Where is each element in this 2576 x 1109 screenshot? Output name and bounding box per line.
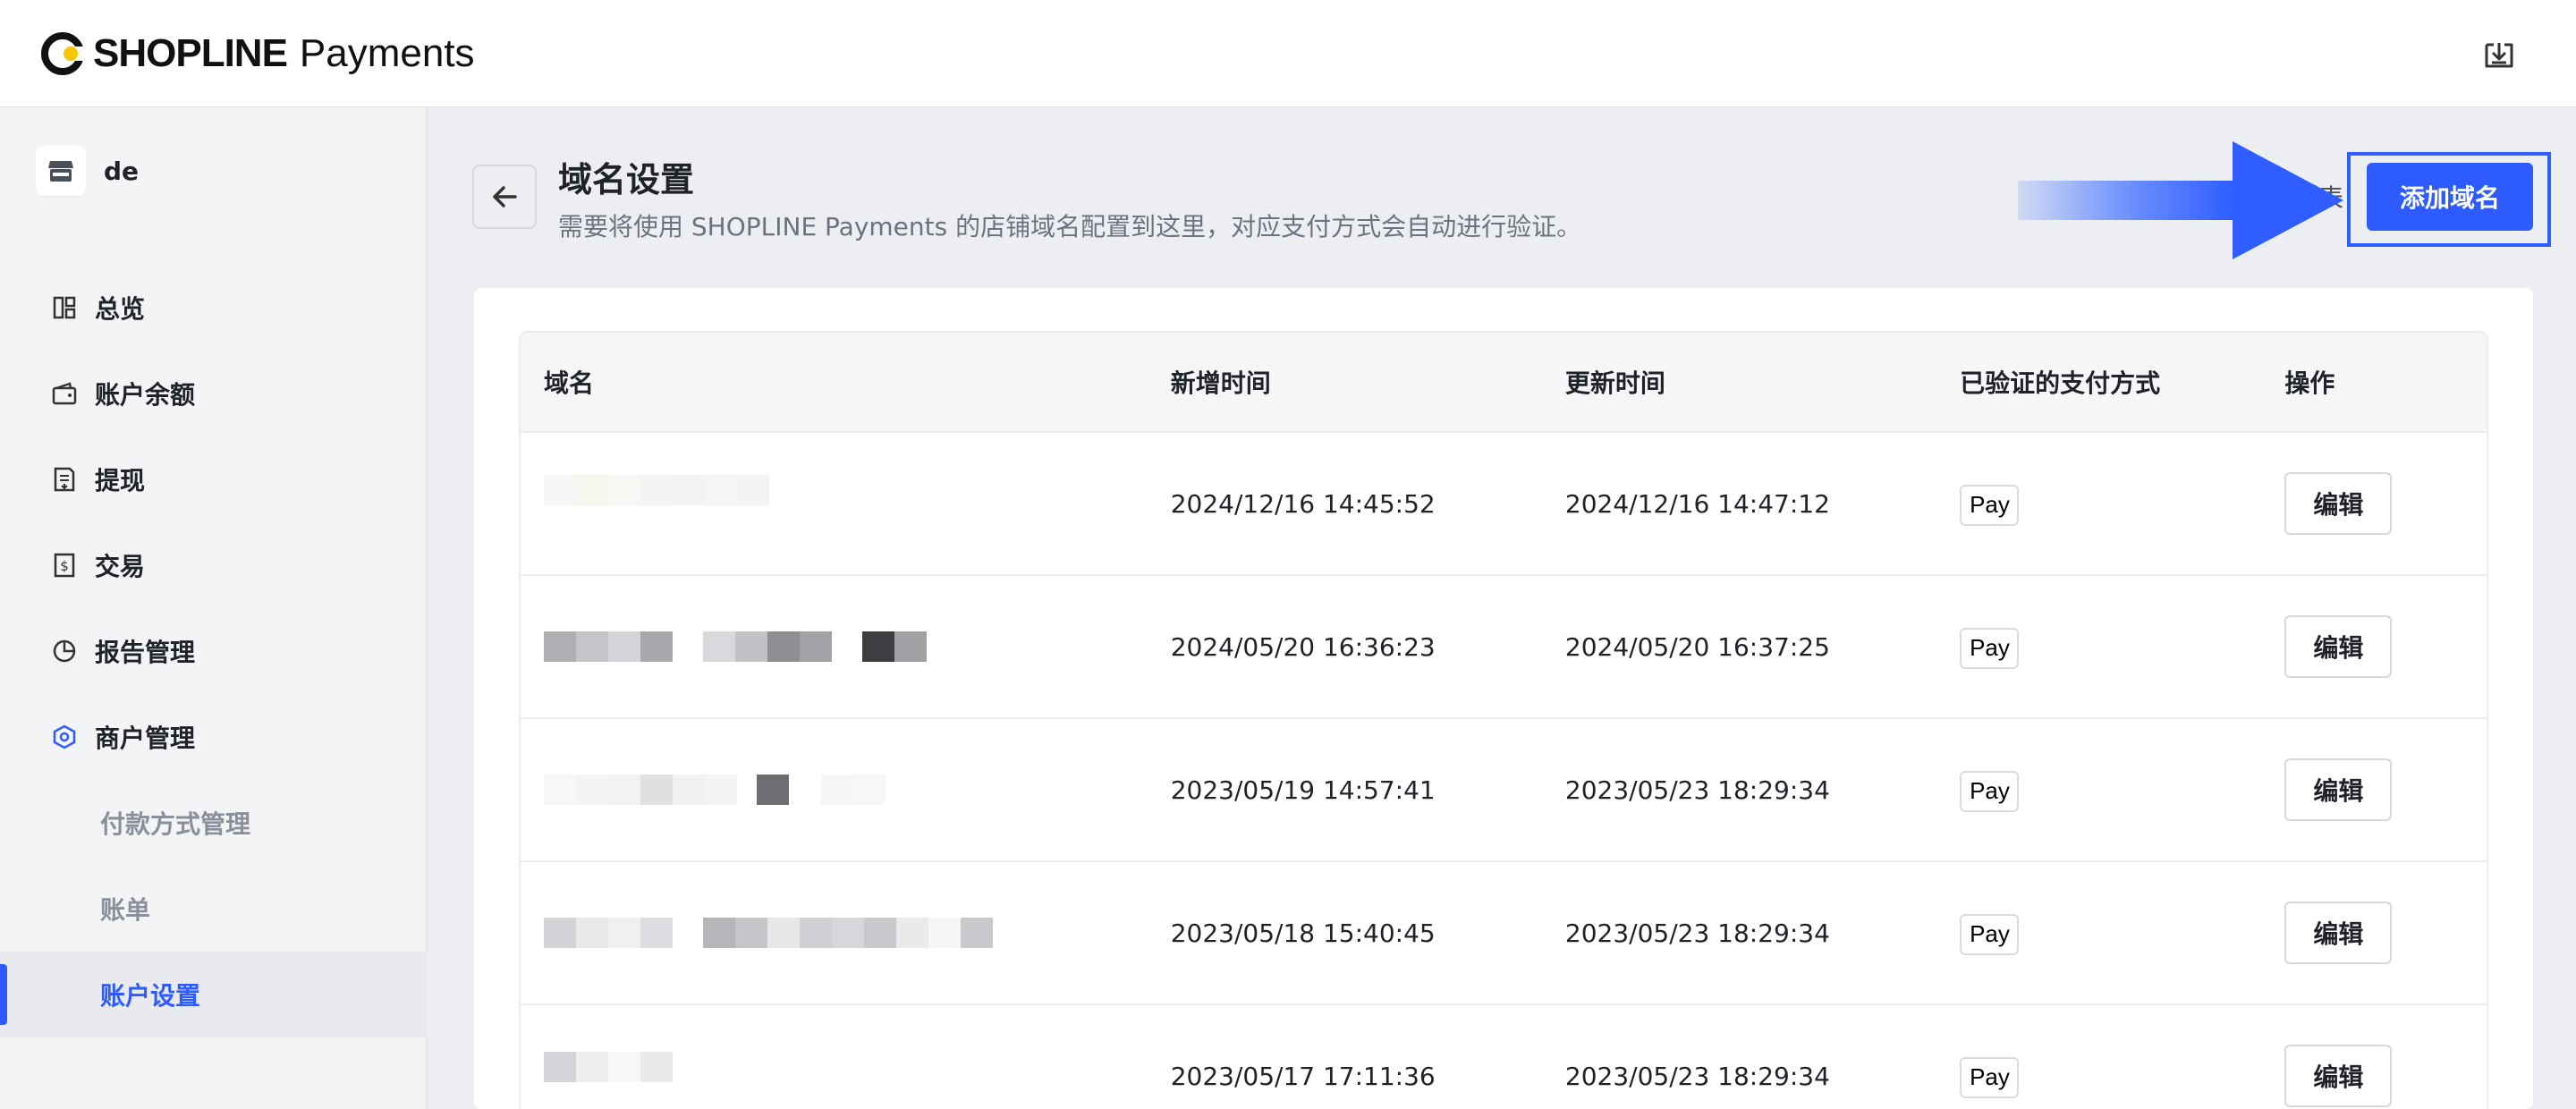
domain-cell — [521, 475, 1171, 505]
column-header-actions: 操作 — [2284, 368, 2335, 398]
hexagon-gear-icon — [50, 723, 79, 751]
sidebar-item-overview[interactable]: 总览 — [0, 265, 428, 351]
redacted-domain — [544, 1052, 1171, 1082]
top-header: SHOPLINE Payments — [0, 0, 2576, 107]
svg-text:$: $ — [60, 558, 69, 574]
sidebar-item-transactions[interactable]: $ 交易 — [0, 522, 428, 608]
apple-pay-badge: Pay — [1960, 1056, 2019, 1098]
store-icon — [36, 146, 86, 196]
download-tray-icon[interactable] — [2479, 34, 2519, 73]
payment-cell: Pay — [1960, 1054, 2284, 1098]
sidebar-item-label: 账户余额 — [95, 380, 196, 410]
wallet-icon — [50, 379, 79, 408]
sidebar-item-reports[interactable]: 报告管理 — [0, 608, 428, 694]
payment-cell: Pay — [1960, 911, 2284, 955]
actions-cell: 编辑 — [2284, 1045, 2487, 1107]
table-header: 域名 新增时间 更新时间 已验证的支付方式 操作 — [521, 333, 2487, 433]
actions-cell: 编辑 — [2284, 902, 2487, 964]
updated-time: 2024/12/16 14:47:12 — [1564, 488, 1830, 519]
sidebar-subitem-label: 账单 — [100, 895, 151, 925]
table-row: 2023/05/17 17:11:36 2023/05/23 18:29:34 … — [521, 1005, 2487, 1109]
table-row: 2024/12/16 14:45:52 2024/12/16 14:47:12 … — [521, 433, 2487, 576]
sidebar-subitem-bills[interactable]: 账单 — [0, 866, 428, 952]
edit-button[interactable]: 编辑 — [2284, 472, 2393, 535]
redacted-domain — [544, 475, 1171, 505]
created-time: 2024/05/20 16:36:23 — [1170, 631, 1436, 662]
shopline-payments-logo[interactable]: SHOPLINE Payments — [41, 27, 475, 80]
domain-cell — [521, 631, 1171, 662]
sidebar-item-label: 商户管理 — [95, 724, 196, 753]
redacted-domain — [544, 918, 1171, 948]
edit-button[interactable]: 编辑 — [2284, 758, 2393, 821]
dashboard-icon — [50, 293, 79, 322]
redacted-domain — [544, 775, 1171, 805]
created-time: 2023/05/19 14:57:41 — [1170, 775, 1436, 805]
arrow-left-icon — [493, 186, 517, 207]
domain-cell — [521, 918, 1171, 948]
edit-button[interactable]: 编辑 — [2284, 902, 2393, 964]
pie-chart-icon — [50, 637, 79, 665]
column-header-created: 新增时间 — [1170, 368, 1271, 398]
updated-time: 2023/05/23 18:29:34 — [1564, 775, 1830, 805]
add-domain-button[interactable]: 添加域名 — [2367, 163, 2533, 231]
created-time: 2023/05/17 17:11:36 — [1170, 1061, 1436, 1091]
brand-name-bold: SHOPLINE — [93, 31, 288, 75]
dollar-receipt-icon: $ — [50, 551, 79, 580]
page-title: 域名设置 — [558, 160, 695, 199]
shopline-logo-icon — [41, 30, 88, 77]
table-row: 2023/05/19 14:57:41 2023/05/23 18:29:34 … — [521, 719, 2487, 862]
sidebar-subitem-label: 账户设置 — [100, 981, 201, 1011]
sidebar-item-label: 报告管理 — [95, 638, 196, 667]
sidebar-item-withdraw[interactable]: 提现 — [0, 436, 428, 522]
redacted-domain — [544, 631, 1171, 662]
domain-table-card: 域名 新增时间 更新时间 已验证的支付方式 操作 2024/12/16 14:4… — [474, 288, 2533, 1109]
created-time: 2023/05/18 15:40:45 — [1170, 918, 1436, 948]
annotation-arrow — [2018, 140, 2343, 261]
apple-pay-badge: Pay — [1960, 770, 2019, 812]
sidebar-item-balance[interactable]: 账户余额 — [0, 351, 428, 436]
payment-cell: Pay — [1960, 482, 2284, 526]
sidebar-item-label: 交易 — [95, 552, 146, 581]
updated-time: 2023/05/23 18:29:34 — [1564, 1061, 1830, 1091]
sidebar-subitem-account-settings[interactable]: 账户设置 — [0, 952, 428, 1037]
edit-button[interactable]: 编辑 — [2284, 615, 2393, 678]
apple-pay-badge: Pay — [1960, 484, 2019, 526]
sidebar-nav: 总览 账户余额 提现 $ 交易 报告管理 商户管理 付款方式管理 账单 账户设置 — [0, 265, 428, 1037]
domain-table: 域名 新增时间 更新时间 已验证的支付方式 操作 2024/12/16 14:4… — [519, 331, 2488, 1109]
table-row: 2024/05/20 16:36:23 2024/05/20 16:37:25 … — [521, 576, 2487, 719]
withdraw-icon — [50, 465, 79, 494]
apple-pay-badge: Pay — [1960, 627, 2019, 669]
column-header-domain: 域名 — [544, 368, 595, 398]
sidebar: de 总览 账户余额 提现 $ 交易 报告管理 商户管理 付款方式管理 账单 账… — [0, 107, 428, 1109]
brand-name-light: Payments — [299, 31, 475, 75]
back-button[interactable] — [472, 165, 537, 229]
edit-button[interactable]: 编辑 — [2284, 1045, 2393, 1107]
updated-time: 2023/05/23 18:29:34 — [1564, 918, 1830, 948]
actions-cell: 编辑 — [2284, 615, 2487, 678]
sidebar-item-merchant[interactable]: 商户管理 — [0, 694, 428, 780]
sidebar-item-label: 总览 — [95, 294, 146, 324]
sidebar-subitem-payment-methods[interactable]: 付款方式管理 — [0, 780, 428, 866]
apple-pay-badge: Pay — [1960, 913, 2019, 955]
domain-cell — [521, 1052, 1171, 1082]
page-description: 需要将使用 SHOPLINE Payments 的店铺域名配置到这里，对应支付方… — [558, 212, 1582, 241]
created-time: 2024/12/16 14:45:52 — [1170, 488, 1436, 519]
column-header-payment: 已验证的支付方式 — [1960, 368, 2161, 398]
sidebar-item-label: 提现 — [95, 466, 146, 495]
updated-time: 2024/05/20 16:37:25 — [1564, 631, 1830, 662]
table-row: 2023/05/18 15:40:45 2023/05/23 18:29:34 … — [521, 862, 2487, 1005]
sidebar-subitem-label: 付款方式管理 — [100, 809, 251, 839]
store-name: de — [104, 156, 140, 186]
actions-cell: 编辑 — [2284, 758, 2487, 821]
actions-cell: 编辑 — [2284, 472, 2487, 535]
payment-cell: Pay — [1960, 625, 2284, 669]
domain-cell — [521, 775, 1171, 805]
store-switcher[interactable]: de — [36, 145, 139, 197]
payment-cell: Pay — [1960, 768, 2284, 812]
column-header-updated: 更新时间 — [1564, 368, 1665, 398]
